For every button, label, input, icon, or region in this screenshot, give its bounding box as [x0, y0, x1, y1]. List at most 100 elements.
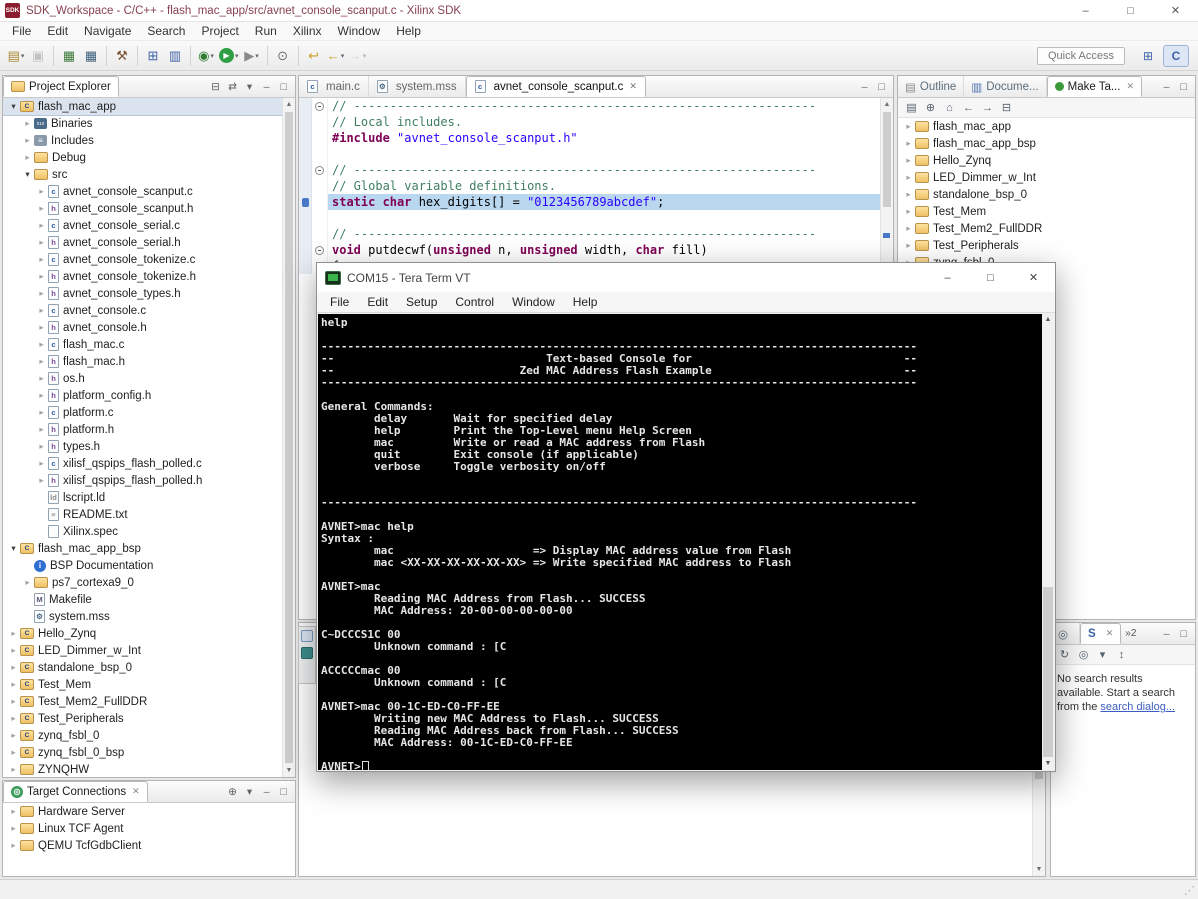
- tree-item[interactable]: ▸ Test_Mem: [898, 203, 1195, 220]
- program-fpga-button[interactable]: ▦: [80, 44, 102, 68]
- scrollbar-thumb[interactable]: [285, 112, 293, 763]
- new-wizard-button[interactable]: ▤ ▾: [5, 44, 27, 68]
- expand-arrow-icon[interactable]: ▸: [35, 186, 48, 197]
- expand-arrow-icon[interactable]: ▸: [35, 441, 48, 452]
- editor-tab-main.c[interactable]: c main.c: [299, 76, 369, 97]
- tree-item[interactable]: ▸ h platform.h: [3, 421, 282, 438]
- tab-outline[interactable]: ▤ Outline: [898, 76, 965, 97]
- tree-item[interactable]: ▸ h avnet_console_tokenize.h: [3, 268, 282, 285]
- expand-arrow-icon[interactable]: ▸: [21, 135, 34, 146]
- close-view-icon[interactable]: ✕: [1106, 628, 1114, 639]
- tree-item[interactable]: ▸ standalone_bsp_0: [898, 186, 1195, 203]
- back-icon[interactable]: ←: [959, 102, 978, 114]
- expand-arrow-icon[interactable]: ▸: [35, 356, 48, 367]
- expand-arrow-icon[interactable]: ▸: [35, 220, 48, 231]
- expand-arrow-icon[interactable]: ▸: [35, 407, 48, 418]
- hide-empty-folders-icon[interactable]: ▤: [902, 101, 921, 114]
- scrollbar-thumb[interactable]: [1043, 587, 1053, 757]
- tree-item[interactable]: ▸ Czynq_fsbl_0: [3, 727, 282, 744]
- expand-arrow-icon[interactable]: ▸: [902, 240, 915, 251]
- tree-item[interactable]: ▸ Debug: [3, 149, 282, 166]
- close-button[interactable]: ✕: [1012, 263, 1055, 292]
- menu-window[interactable]: Window: [330, 23, 389, 39]
- minimize-view-icon[interactable]: –: [856, 81, 873, 93]
- home-icon[interactable]: ⌂: [940, 102, 959, 114]
- tree-item[interactable]: ▸ c platform.c: [3, 404, 282, 421]
- tree-item[interactable]: ▸ C Hello_Zynq: [3, 625, 282, 642]
- tera-term-menu-control[interactable]: Control: [446, 294, 503, 310]
- expand-arrow-icon[interactable]: ▸: [35, 339, 48, 350]
- collapse-arrow-icon[interactable]: ▾: [21, 169, 34, 180]
- menu-run[interactable]: Run: [247, 23, 285, 39]
- fold-collapse-icon[interactable]: [315, 245, 324, 255]
- menu-edit[interactable]: Edit: [39, 23, 76, 39]
- expand-arrow-icon[interactable]: ▸: [7, 713, 20, 724]
- collapse-all-icon[interactable]: ⊟: [997, 101, 1016, 114]
- expand-arrow-icon[interactable]: ▸: [35, 237, 48, 248]
- dropdown-arrow-icon[interactable]: ▾: [235, 52, 239, 60]
- tree-item[interactable]: ▸ Cstandalone_bsp_0: [3, 659, 282, 676]
- tree-item[interactable]: ▸ h platform_config.h: [3, 387, 282, 404]
- expand-arrow-icon[interactable]: ▸: [21, 152, 34, 163]
- expand-arrow-icon[interactable]: ▸: [7, 645, 20, 656]
- expand-arrow-icon[interactable]: ▸: [902, 155, 915, 166]
- tree-item[interactable]: ▸ c avnet_console_serial.c: [3, 217, 282, 234]
- tree-item[interactable]: ▸ Linux TCF Agent: [3, 820, 295, 837]
- tree-item[interactable]: ⚙ system.mss: [3, 608, 282, 625]
- dropdown-arrow-icon[interactable]: ▾: [363, 52, 367, 60]
- menu-navigate[interactable]: Navigate: [76, 23, 139, 39]
- expand-arrow-icon[interactable]: ▸: [35, 373, 48, 384]
- forward-icon[interactable]: →: [978, 102, 997, 114]
- view-menu-icon[interactable]: ▾: [1093, 648, 1112, 661]
- dropdown-arrow-icon[interactable]: ▾: [210, 52, 214, 60]
- tree-item[interactable]: ▸ c flash_mac.c: [3, 336, 282, 353]
- scroll-down-icon[interactable]: ▼: [1033, 863, 1045, 876]
- build-button[interactable]: ⚒: [111, 44, 133, 68]
- tree-item[interactable]: ▸ h types.h: [3, 438, 282, 455]
- expand-arrow-icon[interactable]: ▸: [902, 206, 915, 217]
- external-tools-button[interactable]: ▶ ▾: [241, 44, 263, 68]
- tree-item[interactable]: ▸ ZYNQHW: [3, 761, 282, 777]
- search-button[interactable]: ⊙: [272, 44, 294, 68]
- pin-search-icon[interactable]: ◎: [1074, 648, 1093, 661]
- tree-item[interactable]: ▸ h os.h: [3, 370, 282, 387]
- tree-item[interactable]: ▾ Cflash_mac_app: [3, 98, 282, 116]
- tree-item[interactable]: ≡ README.txt: [3, 506, 282, 523]
- dropdown-arrow-icon[interactable]: ▾: [21, 52, 25, 60]
- minimize-view-icon[interactable]: –: [258, 786, 275, 798]
- open-perspective-button[interactable]: ⊞: [1135, 45, 1161, 67]
- tera-term-menu-window[interactable]: Window: [503, 294, 564, 310]
- create-boot-image-button[interactable]: ⊞: [142, 44, 164, 68]
- minimized-console-view-icon[interactable]: [301, 647, 313, 659]
- sdk-log-button[interactable]: ▥: [164, 44, 186, 68]
- menu-project[interactable]: Project: [193, 23, 246, 39]
- expand-arrow-icon[interactable]: ▸: [7, 628, 20, 639]
- expand-arrow-icon[interactable]: ▸: [35, 458, 48, 469]
- scroll-down-icon[interactable]: ▼: [1042, 758, 1054, 770]
- debug-button[interactable]: ◉ ▾: [195, 44, 217, 68]
- tab-search[interactable]: S ✕: [1080, 623, 1122, 644]
- restore-minimized-view-icon[interactable]: [301, 630, 313, 642]
- tera-term-title-bar[interactable]: COM15 - Tera Term VT – □ ✕: [317, 263, 1055, 292]
- tab-project-explorer[interactable]: Project Explorer: [3, 76, 119, 97]
- tree-item[interactable]: ▸ Czynq_fsbl_0_bsp: [3, 744, 282, 761]
- scrollbar-thumb[interactable]: [883, 112, 891, 207]
- fold-collapse-icon[interactable]: [315, 101, 324, 111]
- tree-item[interactable]: ▸ Hardware Server: [3, 803, 295, 820]
- new-make-target-icon[interactable]: ⊕: [921, 101, 940, 114]
- fold-collapse-icon[interactable]: [315, 165, 324, 175]
- tree-item[interactable]: ▸ C Test_Peripherals: [3, 710, 282, 727]
- tree-item[interactable]: ▸ C Test_Mem2_FullDDR: [3, 693, 282, 710]
- scroll-up-icon[interactable]: ▲: [881, 98, 893, 111]
- expand-arrow-icon[interactable]: ▸: [7, 696, 20, 707]
- menu-xilinx[interactable]: Xilinx: [285, 23, 330, 39]
- minimize-view-icon[interactable]: –: [1158, 81, 1175, 93]
- close-view-icon[interactable]: ✕: [132, 786, 140, 797]
- tree-item[interactable]: ▸ C LED_Dimmer_w_Int: [3, 642, 282, 659]
- tera-term-menu-setup[interactable]: Setup: [397, 294, 446, 310]
- expand-arrow-icon[interactable]: ▸: [21, 118, 34, 129]
- project-explorer-scrollbar[interactable]: ▲ ▼: [282, 98, 295, 777]
- expand-arrow-icon[interactable]: ▸: [902, 223, 915, 234]
- tree-item[interactable]: ▸ LED_Dimmer_w_Int: [898, 169, 1195, 186]
- tree-item[interactable]: ▸ h avnet_console.h: [3, 319, 282, 336]
